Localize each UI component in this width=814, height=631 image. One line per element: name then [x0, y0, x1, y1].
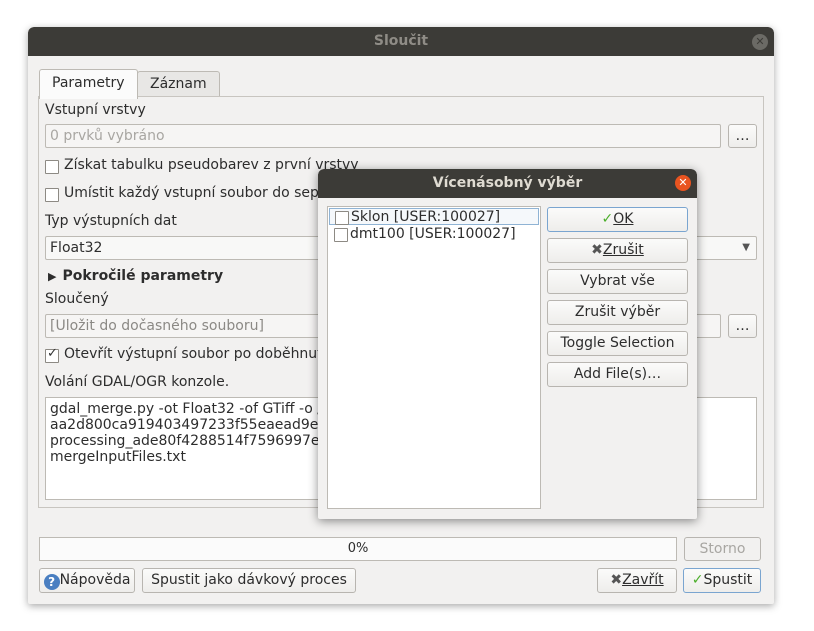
advanced-params-toggle[interactable]: ▶ Pokročilé parametry: [48, 268, 223, 284]
advanced-params-label: Pokročilé parametry: [62, 268, 224, 284]
help-button[interactable]: ? Nápověda: [39, 568, 135, 593]
open-output-label: Otevřít výstupní soubor po doběhnut: [64, 346, 323, 362]
window-title: Sloučit: [373, 33, 429, 49]
toggle-selection-button[interactable]: Toggle Selection: [547, 331, 688, 356]
pseudocolor-checkbox[interactable]: [45, 160, 59, 174]
run-button[interactable]: ✓Spustit: [683, 568, 761, 593]
list-item[interactable]: dmt100 [USER:100027]: [329, 226, 539, 243]
output-type-value: Float32: [50, 240, 103, 256]
close-button[interactable]: ✖Zavřít: [597, 568, 677, 593]
dialog-title: Vícenásobný výběr: [432, 175, 583, 191]
triangle-right-icon: ▶: [48, 270, 57, 283]
add-files-button[interactable]: Add File(s)…: [547, 362, 688, 387]
separate-checkbox[interactable]: [45, 188, 59, 202]
dialog-close-icon[interactable]: ✕: [675, 175, 691, 191]
dialog-cancel-button[interactable]: ✖Zrušit: [547, 238, 688, 263]
tab-parametry[interactable]: Parametry: [39, 69, 138, 99]
open-output-checkbox[interactable]: [45, 346, 59, 363]
progress-bar: 0%: [39, 537, 677, 561]
storno-button[interactable]: Storno: [684, 537, 761, 561]
list-item-label: dmt100 [USER:100027]: [350, 226, 516, 242]
select-all-button[interactable]: Vybrat vše: [547, 269, 688, 294]
close-button-label: Zavřít: [622, 572, 664, 588]
help-icon: ?: [43, 574, 60, 590]
separate-label: Umístit každý vstupní soubor do sepa: [64, 185, 328, 201]
pseudocolor-label: Získat tabulku pseudobarev z první vrstv…: [64, 157, 359, 173]
checkmark-icon: ✓: [601, 211, 614, 227]
list-item-checkbox[interactable]: [335, 211, 349, 225]
close-x-icon: ✖: [610, 572, 623, 588]
deselect-button[interactable]: Zrušit výběr: [547, 300, 688, 325]
list-item[interactable]: Sklon [USER:100027]: [329, 208, 539, 225]
tab-zaznam[interactable]: Záznam: [137, 71, 220, 97]
dialog-cancel-label: Zrušit: [602, 242, 644, 258]
merged-browse-button[interactable]: …: [728, 314, 757, 338]
input-layers-field[interactable]: 0 prvků vybráno: [45, 124, 721, 148]
ok-button[interactable]: ✓OK: [547, 207, 688, 232]
multiple-selection-dialog: Vícenásobný výběr ✕ Sklon [USER:100027] …: [318, 169, 697, 519]
window-titlebar[interactable]: Sloučit ✕: [28, 27, 774, 56]
console-label: Volání GDAL/OGR konzole.: [45, 374, 230, 390]
dialog-titlebar[interactable]: Vícenásobný výběr ✕: [318, 169, 697, 198]
input-layers-label: Vstupní vrstvy: [45, 102, 146, 118]
chevron-down-icon: ▼: [742, 242, 750, 253]
merged-label: Sloučený: [45, 291, 109, 307]
cancel-x-icon: ✖: [591, 242, 603, 258]
layer-list[interactable]: Sklon [USER:100027] dmt100 [USER:100027]: [327, 206, 541, 509]
output-type-label: Typ výstupních dat: [45, 213, 177, 229]
run-button-label: Spustit: [703, 572, 753, 588]
batch-process-button[interactable]: Spustit jako dávkový proces: [142, 568, 356, 593]
window-close-icon[interactable]: ✕: [752, 34, 768, 50]
ok-button-label: OK: [613, 211, 634, 227]
list-item-label: Sklon [USER:100027]: [351, 209, 501, 225]
list-item-checkbox[interactable]: [334, 228, 348, 242]
checkmark-icon: ✓: [691, 572, 704, 588]
input-layers-browse-button[interactable]: …: [728, 124, 757, 148]
help-button-label: Nápověda: [59, 572, 131, 588]
